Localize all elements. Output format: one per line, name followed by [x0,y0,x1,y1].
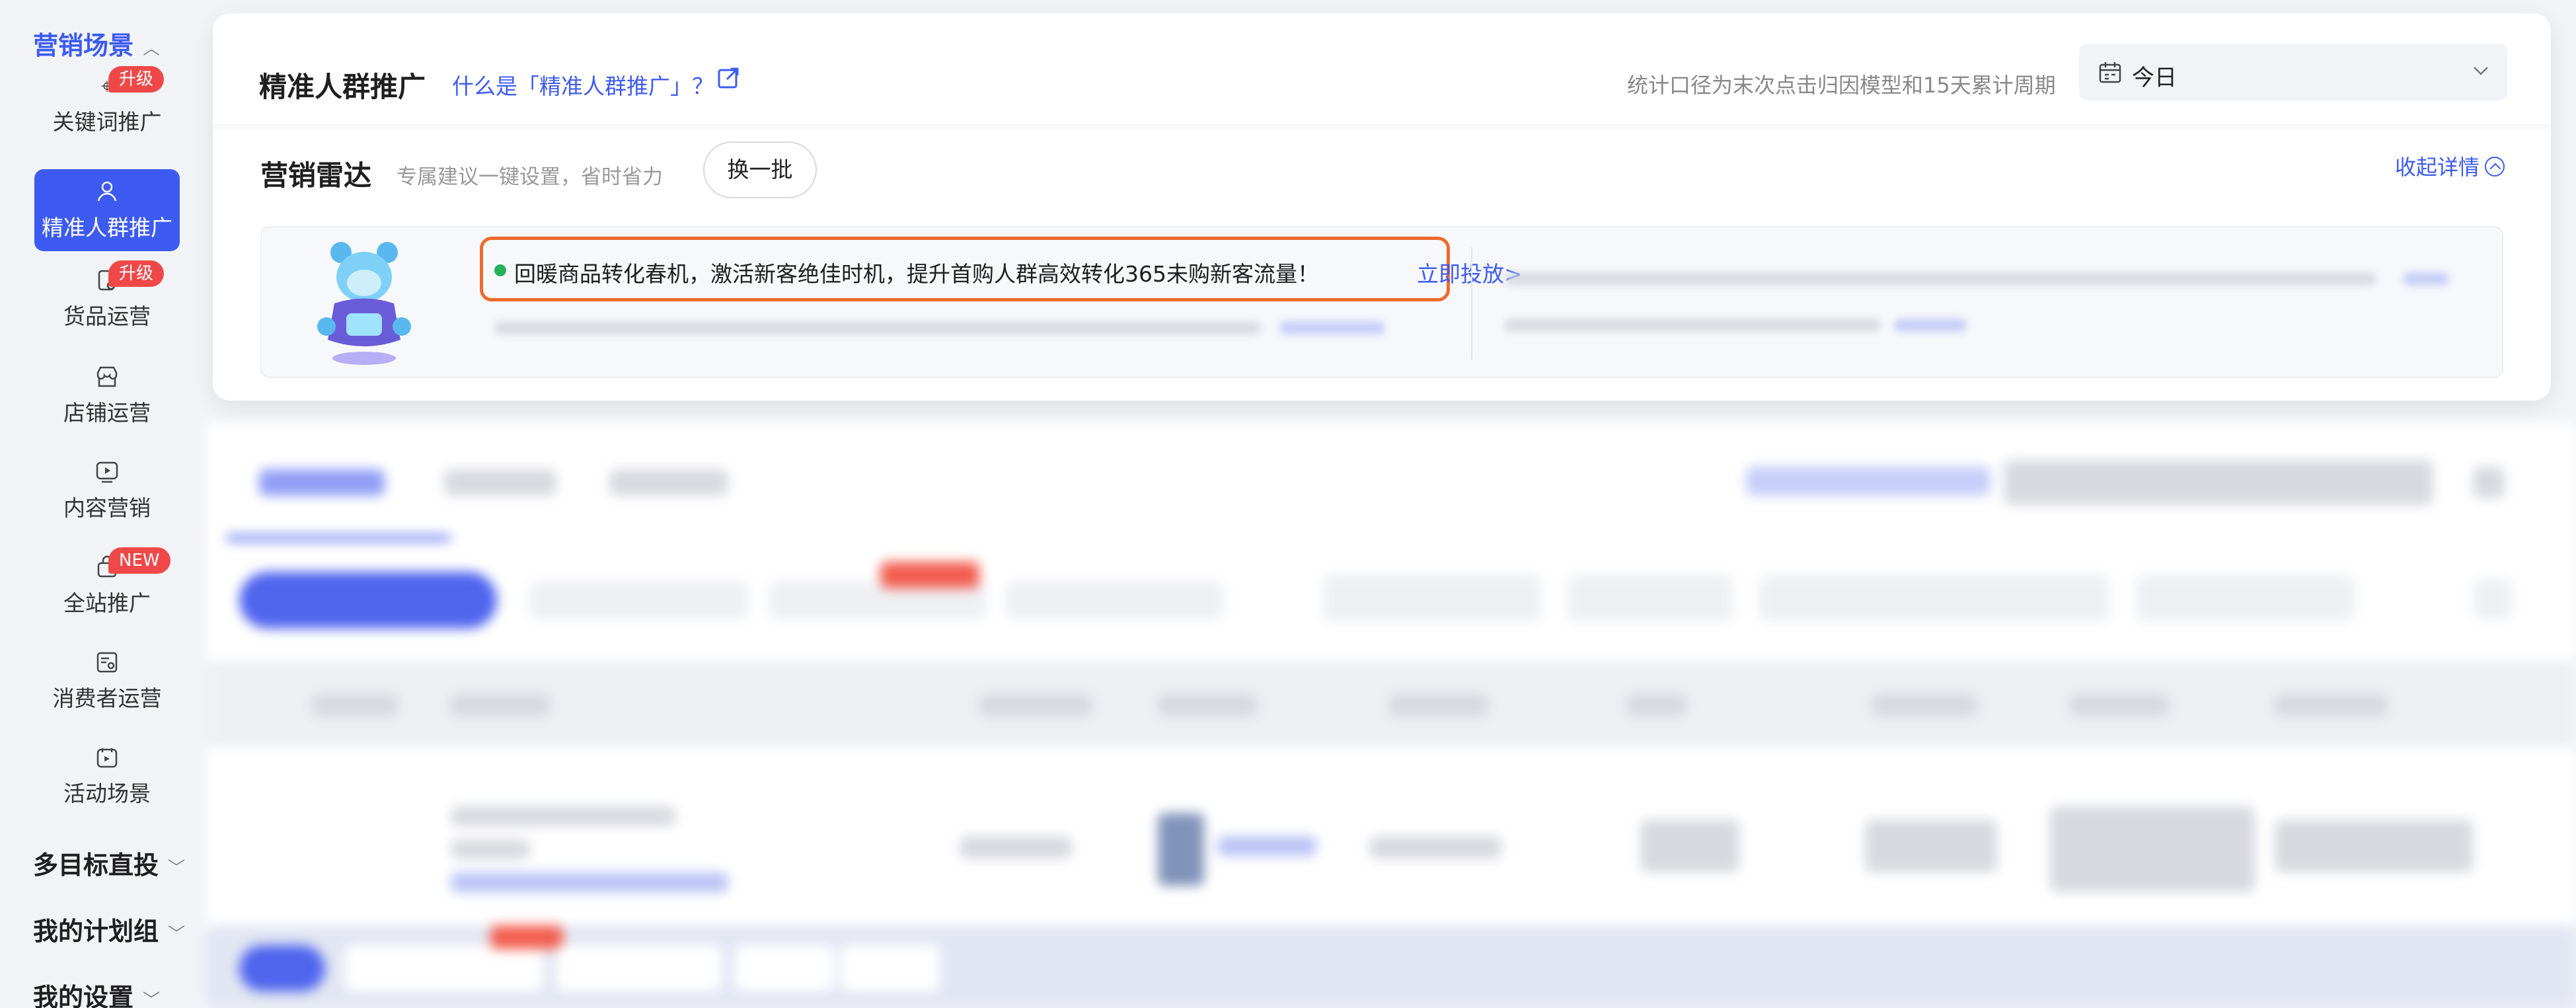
page-title: 精准人群推广 [259,71,426,103]
blurred-campaign-table [206,423,2576,1008]
sidebar-item-label: 精准人群推广 [42,215,172,241]
sidebar-section-label: 多目标直投 [33,851,159,880]
stat-note: 统计口径为末次点击归因模型和15天累计周期 [1627,73,2056,98]
person-icon [94,178,120,205]
store-icon [94,364,120,390]
sidebar-item-store-ops[interactable]: 店铺运营 [34,364,180,427]
sidebar-item-label: 消费者运营 [52,685,162,711]
consumer-icon [94,649,120,676]
sidebar-item-label: 内容营销 [63,495,151,521]
sidebar-item-product-ops[interactable]: 升级 货品运营 [34,260,180,330]
date-range-select[interactable]: 今日 [2079,44,2507,100]
status-dot [494,264,506,276]
precise-crowd-card: 精准人群推广 什么是「精准人群推广」？ 统计口径为末次点击归因模型和15天累计周… [213,13,2551,401]
chevron-down-icon: ﹀ [168,925,186,945]
external-link-icon[interactable] [716,66,740,90]
chevron-down-icon: ﹀ [143,991,161,1008]
sidebar-section-label: 我的计划组 [33,917,159,946]
blurred-suggestion [1504,272,2376,286]
radar-suggestions: 回暖商品转化春机，激活新客绝佳时机，提升首购人群高效转化365未购新客流量！ 立… [260,226,2503,378]
chevron-up-icon: ︿ [143,39,161,59]
suggestion-text: 回暖商品转化春机，激活新客绝佳时机，提升首购人群高效转化365未购新客流量！ [514,261,1319,287]
sidebar-item-label: 店铺运营 [63,400,151,426]
sidebar: 营销场景 ︿ ⌖ 升级 关键词推广 精准人群推广 升级 货品运营 店铺运营 内容营… [0,0,206,1008]
sidebar-item-label: 活动场景 [63,781,151,806]
activity-icon [94,744,120,771]
sidebar-section-label: 营销场景 [33,31,134,60]
blurred-suggestion-link [1894,319,1967,332]
help-link[interactable]: 什么是「精准人群推广」？ [452,69,714,100]
sidebar-section-multi-target[interactable]: 多目标直投 ﹀ [33,845,185,881]
blurred-suggestion [1504,319,1881,332]
new-badge: NEW [108,547,170,574]
swap-batch-button[interactable]: 换一批 [703,141,817,198]
chevron-down-icon: ﹀ [168,859,186,878]
sidebar-item-label: 全站推广 [63,590,151,616]
suggestion-divider [1471,247,1472,360]
date-select-value: 今日 [2132,65,2177,91]
sidebar-item-keyword[interactable]: ⌖ 升级 关键词推广 [34,66,180,136]
sidebar-section-plan-group[interactable]: 我的计划组 ﹀ [33,911,185,947]
radar-title: 营销雷达 [260,159,372,192]
upgrade-badge: 升级 [108,260,165,287]
sidebar-section-settings[interactable]: 我的设置 ﹀ [33,977,160,1008]
sidebar-item-consumer-ops[interactable]: 消费者运营 [34,649,180,713]
sidebar-item-content-marketing[interactable]: 内容营销 [34,459,180,522]
play-icon [94,459,120,485]
chevron-up-circle-icon [2485,157,2505,176]
collapse-details-button[interactable]: 收起详情 [2395,151,2505,181]
sidebar-item-label: 货品运营 [63,303,151,329]
sidebar-item-activity[interactable]: 活动场景 [34,744,180,808]
blurred-suggestion-link [1279,321,1385,334]
sidebar-section-marketing[interactable]: 营销场景 ︿ [33,25,160,61]
header-divider [213,124,2551,131]
sidebar-item-site-wide[interactable]: NEW 全站推广 [34,547,180,617]
blurred-suggestion-link [2403,272,2449,286]
sidebar-item-precise-crowd[interactable]: 精准人群推广 [34,169,180,251]
calendar-icon [2099,62,2121,83]
collapse-label: 收起详情 [2395,155,2480,180]
blurred-suggestion [494,321,1261,334]
sidebar-item-label: 关键词推广 [52,109,162,135]
radar-subtitle: 专属建议一键设置，省时省力 [397,165,663,189]
chevron-down-icon [2474,67,2488,75]
upgrade-badge: 升级 [108,66,165,93]
mascot-illustration [317,242,411,365]
sidebar-section-label: 我的设置 [33,983,134,1008]
